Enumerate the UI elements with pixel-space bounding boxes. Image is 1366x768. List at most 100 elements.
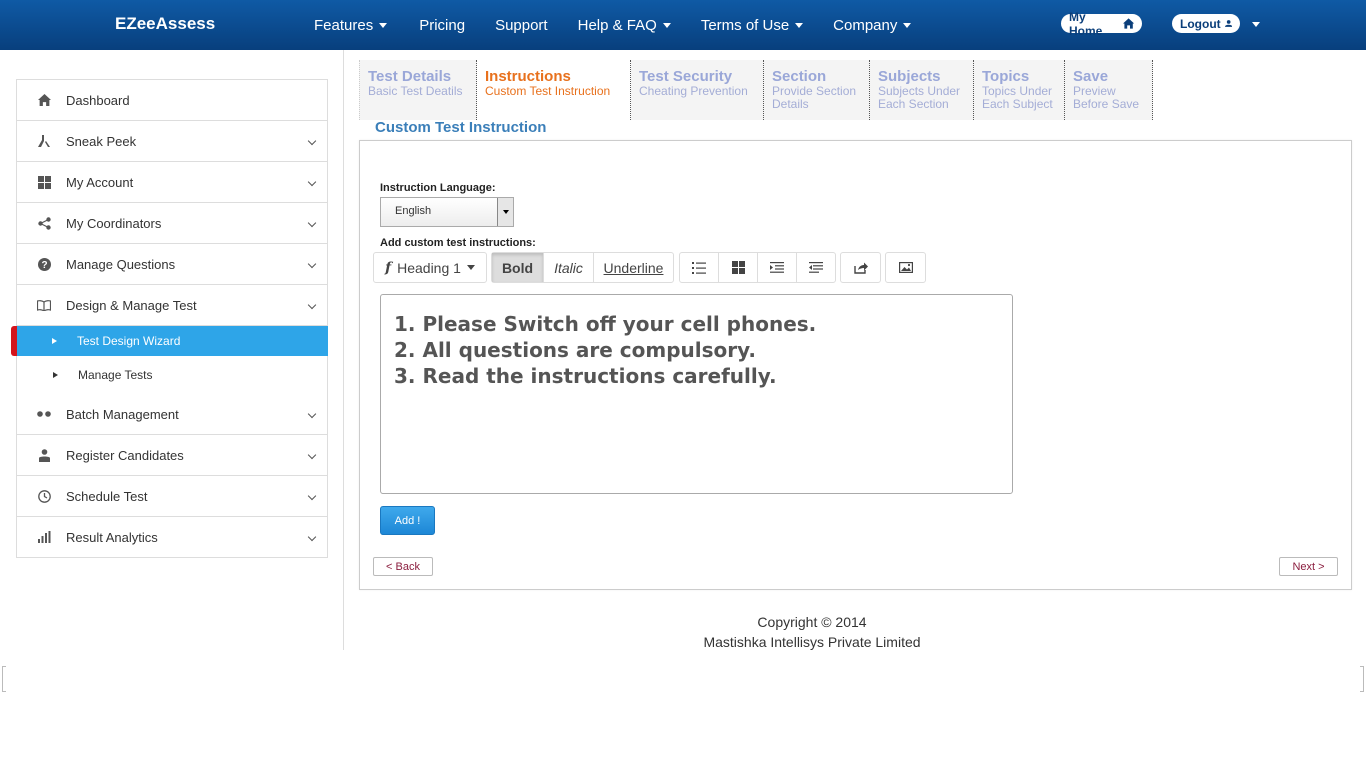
tab-test-security[interactable]: Test Security Cheating Prevention bbox=[631, 60, 764, 120]
chevron-down-icon bbox=[307, 177, 317, 187]
logout-button[interactable]: Logout bbox=[1172, 14, 1240, 33]
sidebar-item-design-manage-test[interactable]: Design & Manage Test bbox=[17, 285, 327, 326]
tab-subtitle: Cheating Prevention bbox=[639, 84, 748, 98]
nav-pricing[interactable]: Pricing bbox=[401, 17, 479, 34]
content-divider bbox=[343, 50, 344, 650]
link-group bbox=[840, 252, 881, 283]
tab-title: Save bbox=[1073, 68, 1109, 85]
book-icon bbox=[37, 298, 51, 312]
tab-instructions[interactable]: Instructions Custom Test Instruction bbox=[477, 60, 631, 120]
sidebar-item-my-account[interactable]: My Account bbox=[17, 162, 327, 203]
chevron-down-icon bbox=[307, 136, 317, 146]
heading-label: Heading 1 bbox=[397, 259, 461, 276]
my-home-label: My Home bbox=[1069, 9, 1103, 38]
caret-down-icon bbox=[903, 22, 912, 28]
chevron-down-icon bbox=[307, 491, 317, 501]
chevron-down-icon bbox=[307, 450, 317, 460]
nav-terms-of-use[interactable]: Terms of Use bbox=[685, 17, 817, 34]
instruction-line: 2. All questions are compulsory. bbox=[394, 338, 756, 362]
instruction-editor[interactable]: 1. Please Switch off your cell phones. 2… bbox=[380, 294, 1013, 494]
logout-caret-icon[interactable] bbox=[1252, 22, 1260, 27]
image-group bbox=[885, 252, 926, 283]
bottom-bar-left-edge bbox=[2, 666, 6, 692]
sidebar-subitem-test-design-wizard[interactable]: Test Design Wizard bbox=[11, 326, 328, 356]
tab-test-details[interactable]: Test Details Basic Test Deatils bbox=[359, 60, 477, 120]
chevron-down-icon bbox=[307, 409, 317, 419]
instruction-language-select[interactable]: English bbox=[380, 197, 514, 227]
tab-subtitle-line2: Details bbox=[772, 97, 809, 111]
sidebar-item-label: Design & Manage Test bbox=[66, 297, 197, 313]
nav-company[interactable]: Company bbox=[817, 17, 925, 34]
sidebar-subitem-label: Manage Tests bbox=[78, 368, 153, 382]
flask-icon bbox=[37, 134, 51, 148]
select-arrow-icon[interactable] bbox=[497, 198, 513, 226]
footer-company: Mastishka Intellisys Private Limited bbox=[703, 634, 921, 650]
list-button[interactable] bbox=[680, 253, 719, 282]
instruction-language-label: Instruction Language: bbox=[380, 182, 496, 194]
caret-down-icon bbox=[466, 265, 475, 270]
wizard-tabs: Test Details Basic Test Deatils Instruct… bbox=[359, 60, 1153, 120]
sidebar-item-label: My Account bbox=[66, 174, 134, 190]
tab-subjects[interactable]: Subjects Subjects Under Each Section bbox=[870, 60, 974, 120]
share-arrow-icon bbox=[853, 262, 868, 274]
sidebar-item-result-analytics[interactable]: Result Analytics bbox=[17, 517, 327, 558]
sidebar-item-label: Sneak Peek bbox=[66, 133, 137, 149]
dots-icon bbox=[37, 407, 51, 421]
heading-dropdown[interactable]: f Heading 1 bbox=[373, 252, 487, 283]
nav-support-label: Support bbox=[495, 16, 548, 34]
indent-button[interactable] bbox=[758, 253, 797, 282]
sidebar-item-schedule-test[interactable]: Schedule Test bbox=[17, 476, 327, 517]
bottom-bar bbox=[0, 664, 1366, 694]
underline-button[interactable]: Underline bbox=[594, 253, 673, 282]
footer-copyright: Copyright © 2014 bbox=[757, 614, 867, 630]
caret-down-icon bbox=[662, 22, 671, 28]
tab-subtitle-line2: Each Subject bbox=[982, 97, 1053, 111]
sidebar-item-manage-questions[interactable]: ? Manage Questions bbox=[17, 244, 327, 285]
nav-help-faq[interactable]: Help & FAQ bbox=[562, 17, 685, 34]
sidebar-item-my-coordinators[interactable]: My Coordinators bbox=[17, 203, 327, 244]
clock-icon bbox=[37, 489, 51, 503]
tab-title: Test Details bbox=[368, 68, 452, 85]
outdent-button[interactable] bbox=[797, 253, 835, 282]
sidebar-item-batch-management[interactable]: Batch Management bbox=[17, 394, 327, 435]
instruction-line: 1. Please Switch off your cell phones. bbox=[394, 312, 817, 336]
sidebar-item-sneak-peek[interactable]: Sneak Peek bbox=[17, 121, 327, 162]
selected-language: English bbox=[395, 205, 432, 217]
sidebar-subitem-manage-tests[interactable]: Manage Tests bbox=[17, 356, 327, 394]
nav-support[interactable]: Support bbox=[479, 17, 562, 34]
footer: Copyright © 2014 Mastishka Intellisys Pr… bbox=[612, 612, 1012, 652]
question-circle-icon: ? bbox=[37, 257, 51, 271]
nav-pricing-label: Pricing bbox=[419, 16, 466, 34]
sidebar-item-label: Manage Questions bbox=[66, 256, 176, 272]
chevron-down-icon bbox=[307, 259, 317, 269]
share-link-button[interactable] bbox=[841, 253, 880, 282]
nav-features[interactable]: Features bbox=[300, 17, 401, 34]
grid-icon bbox=[731, 261, 745, 274]
section-title: Custom Test Instruction bbox=[375, 119, 547, 136]
next-button[interactable]: Next > bbox=[1279, 557, 1338, 576]
add-button[interactable]: Add ! bbox=[380, 506, 435, 535]
brand-logo[interactable]: EZeeAssess bbox=[115, 14, 215, 34]
bold-button[interactable]: Bold bbox=[492, 253, 544, 282]
tab-section[interactable]: Section Provide Section Details bbox=[764, 60, 870, 120]
chevron-down-icon bbox=[307, 532, 317, 542]
chevron-down-icon bbox=[307, 218, 317, 228]
sidebar-item-label: My Coordinators bbox=[66, 215, 162, 231]
italic-button[interactable]: Italic bbox=[544, 253, 594, 282]
grid-button[interactable] bbox=[719, 253, 758, 282]
tab-save[interactable]: Save Preview Before Save bbox=[1065, 60, 1153, 120]
home-icon bbox=[37, 93, 51, 107]
tab-subtitle-line2: Before Save bbox=[1073, 97, 1140, 111]
insert-image-button[interactable] bbox=[886, 253, 925, 282]
nav-terms-label: Terms of Use bbox=[700, 16, 790, 34]
heading-button[interactable]: f Heading 1 bbox=[374, 253, 486, 282]
user-icon bbox=[1224, 20, 1232, 27]
sidebar-item-register-candidates[interactable]: Register Candidates bbox=[17, 435, 327, 476]
sidebar-item-label: Schedule Test bbox=[66, 488, 148, 504]
my-home-button[interactable]: My Home bbox=[1061, 10, 1142, 38]
back-button[interactable]: < Back bbox=[373, 557, 433, 576]
sidebar-item-dashboard[interactable]: Dashboard bbox=[17, 80, 327, 121]
image-icon bbox=[898, 262, 913, 273]
tab-topics[interactable]: Topics Topics Under Each Subject bbox=[974, 60, 1065, 120]
tab-subtitle: Custom Test Instruction bbox=[485, 84, 611, 98]
